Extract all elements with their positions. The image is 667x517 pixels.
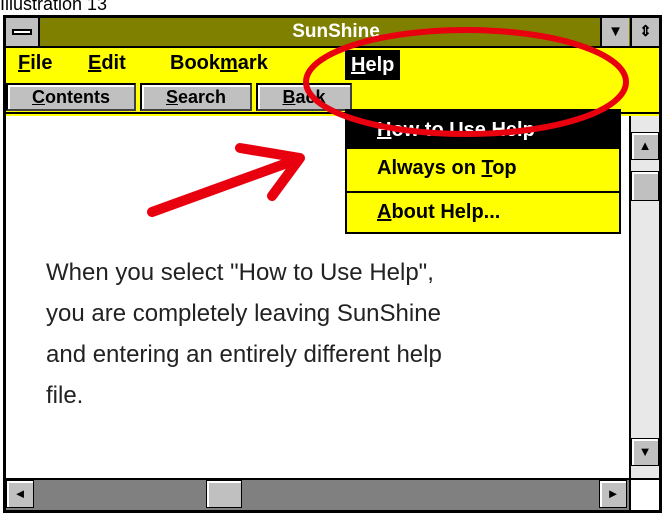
- title-bar: SunShine ▼ ⇕: [6, 18, 659, 48]
- help-body-text: When you select "How to Use Help", you a…: [46, 252, 606, 416]
- menu-bookmark[interactable]: Bookmark: [170, 52, 268, 75]
- always-on-top-rest: op: [492, 157, 517, 179]
- menu-help-accel: H: [351, 54, 366, 76]
- menu-edit-accel: E: [88, 52, 102, 74]
- menu-bookmark-pre: Book: [170, 52, 220, 74]
- body-line: When you select "How to Use Help",: [46, 259, 434, 286]
- search-label: earch: [177, 87, 227, 107]
- always-on-top-pre: Always on: [377, 157, 482, 179]
- search-accel: S: [165, 87, 178, 107]
- minimize-button[interactable]: ▼: [600, 18, 629, 46]
- contents-label: ontents: [45, 87, 110, 107]
- system-menu-button[interactable]: [6, 18, 40, 46]
- menu-bookmark-accel: m: [220, 52, 238, 74]
- body-line: file.: [46, 382, 84, 409]
- menu-item-how-to-use-help[interactable]: How to Use Help: [347, 111, 619, 149]
- menu-edit-rest: dit: [101, 52, 126, 74]
- menu-bookmark-rest: ark: [237, 52, 268, 74]
- menu-help-rest: elp: [365, 54, 395, 76]
- help-dropdown-menu: How to Use Help Always on Top About Help…: [345, 109, 621, 234]
- menu-item-about-help[interactable]: About Help...: [347, 193, 619, 231]
- body-line: and entering an entirely different help: [46, 341, 442, 368]
- how-to-use-label: ow to Use Help: [391, 119, 535, 141]
- body-line: you are completely leaving SunShine: [46, 300, 441, 327]
- how-to-use-accel: H: [377, 119, 392, 141]
- back-label: ack: [295, 87, 326, 107]
- system-menu-icon: [12, 29, 32, 35]
- contents-button[interactable]: Contents: [6, 83, 136, 111]
- menu-file[interactable]: File: [18, 52, 52, 75]
- menu-bar: File Edit Bookmark Help: [6, 50, 659, 80]
- always-on-top-accel: T: [481, 157, 493, 179]
- search-button[interactable]: Search: [140, 83, 252, 111]
- back-accel: B: [282, 87, 296, 107]
- menu-file-rest: ile: [30, 52, 53, 74]
- illustration-caption: Illustration 13: [0, 0, 108, 14]
- horizontal-scrollbar[interactable]: ◄ ►: [6, 478, 659, 510]
- scrollbar-corner: [629, 480, 659, 510]
- back-button[interactable]: Back: [256, 83, 352, 111]
- menu-help[interactable]: Help: [345, 50, 401, 80]
- contents-accel: C: [32, 87, 45, 107]
- menu-item-always-on-top[interactable]: Always on Top: [347, 149, 619, 187]
- help-window: SunShine ▼ ⇕ File Edit Bookmark Help Con…: [3, 15, 662, 513]
- vertical-scroll-thumb[interactable]: [631, 171, 659, 201]
- about-help-label: bout Help...: [391, 201, 501, 223]
- menu-file-accel: F: [18, 52, 31, 74]
- window-title: SunShine: [292, 21, 380, 42]
- scroll-up-button[interactable]: ▲: [631, 132, 659, 160]
- scroll-down-button[interactable]: ▼: [631, 438, 659, 466]
- menu-edit[interactable]: Edit: [88, 52, 126, 75]
- scroll-left-button[interactable]: ◄: [6, 480, 34, 508]
- scroll-right-button[interactable]: ►: [599, 480, 627, 508]
- horizontal-scroll-thumb[interactable]: [206, 480, 242, 508]
- restore-button[interactable]: ⇕: [630, 18, 659, 46]
- about-help-accel: A: [377, 201, 392, 223]
- vertical-scrollbar[interactable]: ▲ ▼: [629, 116, 659, 478]
